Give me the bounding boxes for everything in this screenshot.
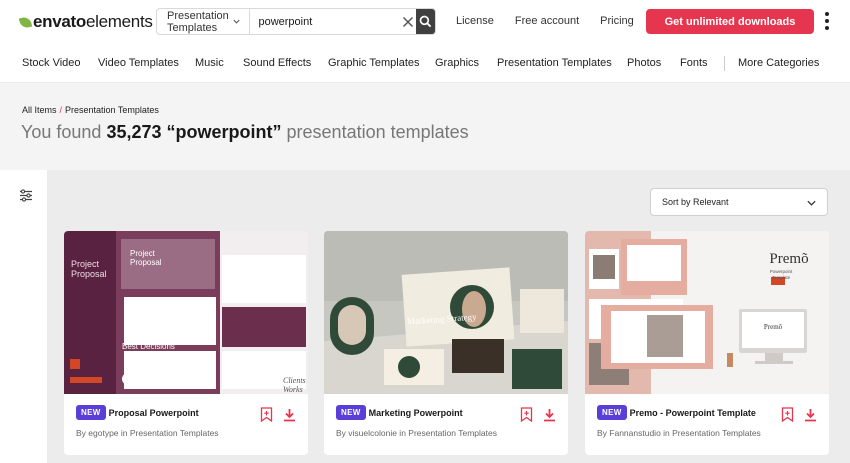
card-title[interactable]: Premo - Powerpoint Template [630,408,756,418]
category-photos[interactable]: Photos [627,57,661,69]
search-input[interactable] [250,9,401,34]
sort-label: Sort by Relevant [662,197,729,207]
template-card[interactable]: Marketing Strategy NEW Marketing Powerpoi… [324,231,568,455]
template-card[interactable]: Project Proposal Project Proposal Best D… [64,231,308,455]
category-fonts[interactable]: Fonts [680,57,708,69]
thumb-best-decisions: Best Decisions [122,342,175,351]
thumb-center-proposal: Proposal [130,258,162,267]
download-icon[interactable] [283,408,296,422]
breadcrumb-all-items[interactable]: All Items [22,105,57,115]
more-options-icon[interactable] [824,12,830,30]
card-title[interactable]: Marketing Powerpoint [369,408,463,418]
card-thumbnail[interactable]: Project Proposal Project Proposal Best D… [64,231,308,394]
template-card[interactable]: Premõ Powerpoint Template Premõ NEW Premo… [585,231,829,455]
results-prefix: You found [21,122,102,142]
clear-search-button[interactable] [400,9,415,34]
thumb-premo-sub-1: Powerpoint [770,269,793,274]
nav-free-account-link[interactable]: Free account [515,15,579,27]
search-category-select[interactable]: Presentation Templates [157,9,251,34]
sort-dropdown[interactable]: Sort by Relevant [650,188,828,216]
thumb-center-project: Project [130,249,156,258]
breadcrumb: All Items / Presentation Templates [22,105,159,115]
nav-pricing-link[interactable]: Pricing [600,15,634,27]
category-graphics[interactable]: Graphics [435,57,479,69]
thumb-premo-sub-2: Template [772,275,791,280]
download-icon[interactable] [804,408,817,422]
header-nav: License Free account Pricing [456,15,655,27]
category-sound-effects[interactable]: Sound Effects [243,57,311,69]
chevron-down-icon [233,19,241,24]
thumb-works: Works [283,385,303,394]
download-icon[interactable] [543,408,556,422]
marketing-thumbnail: Marketing Strategy [324,231,568,394]
category-more[interactable]: More Categories [738,57,819,69]
card-thumbnail[interactable]: Marketing Strategy [324,231,568,394]
card-author: By Fannanstudio in Presentation Template… [597,428,761,438]
logo-text-bold: envato [33,12,86,31]
category-video-templates[interactable]: Video Templates [98,57,179,69]
results-query: “powerpoint” [166,122,282,142]
category-presentation-templates[interactable]: Presentation Templates [497,57,612,69]
nav-license-link[interactable]: License [456,15,494,27]
breadcrumb-separator: / [59,105,63,115]
thumb-text-project: Project [71,259,100,269]
thumb-text-proposal: Proposal [71,269,107,279]
results-suffix: presentation templates [286,122,469,142]
results-heading: You found 35,273 “powerpoint” presentati… [21,122,469,143]
envato-logo[interactable]: envato elements [18,12,153,32]
filter-icon[interactable] [19,189,33,202]
card-author: By visuelcolonie in Presentation Templat… [336,428,497,438]
add-to-collection-icon[interactable] [520,407,533,422]
add-to-collection-icon[interactable] [260,407,273,422]
category-nav: Stock Video Video Templates Music Sound … [0,43,850,83]
card-info: NEW Premo - Powerpoint Template By Fannan… [597,404,777,439]
search-icon [419,15,432,28]
new-badge: NEW [76,405,106,421]
top-bar: envatoelements Presentation Templates Li… [0,0,850,43]
thumb-premo-brand: Premõ [769,251,808,267]
chevron-down-icon [807,200,816,206]
card-info: NEW Proposal Powerpoint By egotype in Pre… [76,404,256,439]
thumb-premo-screen: Premõ [764,323,783,331]
category-graphic-templates[interactable]: Graphic Templates [328,57,420,69]
results-count: 35,273 [106,122,162,142]
add-to-collection-icon[interactable] [781,407,794,422]
logo-text-light: elements [86,12,153,31]
leaf-icon [18,15,33,29]
category-music[interactable]: Music [195,57,224,69]
thumb-clients: Clients [283,376,306,385]
get-unlimited-downloads-button[interactable]: Get unlimited downloads [646,9,814,34]
card-info: NEW Marketing Powerpoint By visuelcolonie… [336,404,516,439]
card-author: By egotype in Presentation Templates [76,428,219,438]
new-badge: NEW [336,405,366,421]
category-divider [724,56,725,71]
category-stock-video[interactable]: Stock Video [22,57,81,69]
new-badge: NEW [597,405,627,421]
search-bar: Presentation Templates [156,8,436,35]
filter-sidebar [0,170,47,463]
card-title[interactable]: Proposal Powerpoint [109,408,199,418]
premo-thumbnail: Premõ Powerpoint Template Premõ [585,231,829,394]
card-thumbnail[interactable]: Premõ Powerpoint Template Premõ [585,231,829,394]
proposal-thumbnail: Project Proposal Project Proposal Best D… [64,231,308,394]
close-icon [403,16,414,27]
breadcrumb-current[interactable]: Presentation Templates [65,105,159,115]
search-button[interactable] [415,9,435,34]
